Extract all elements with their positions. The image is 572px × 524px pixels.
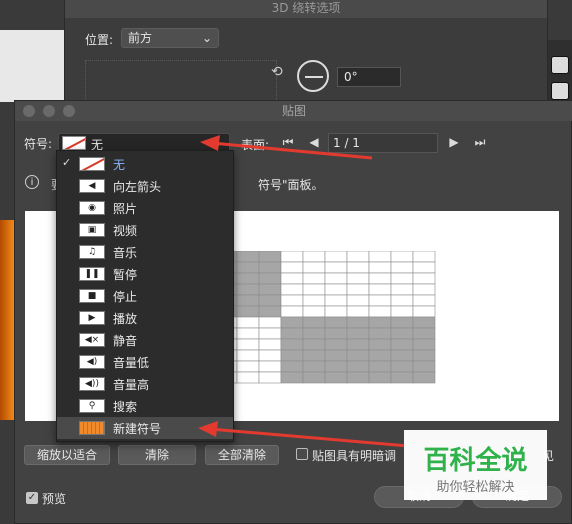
watermark-title: 百科全说: [423, 446, 528, 476]
arrow-to-symbol-select: [200, 135, 373, 160]
arrow-to-new-symbol: [198, 421, 409, 448]
watermark-subtitle: 助你轻松解决: [436, 480, 515, 495]
watermark-logo: 百科全说 助你轻松解决: [404, 430, 547, 500]
